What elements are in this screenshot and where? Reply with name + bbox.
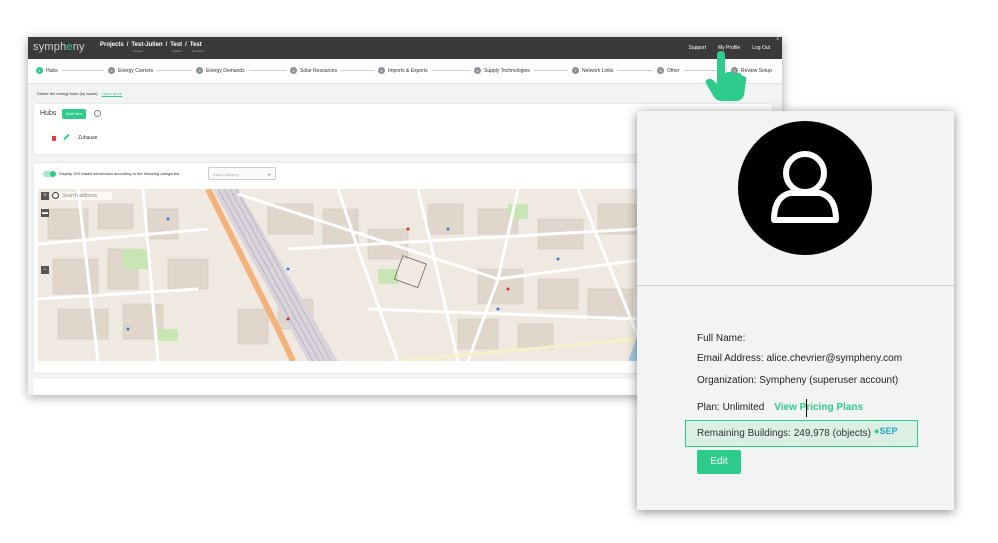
plan-field: Plan: Unlimited View Pricing Plans xyxy=(697,402,864,413)
step-number: 4 xyxy=(290,67,297,74)
breadcrumb: Projects / Test-Julien Project / Test Variant /… xyxy=(100,42,204,53)
breadcrumb-sublabel: Variant xyxy=(172,49,182,53)
define-hubs-text: Define the energy hubs (by name). Learn m… xyxy=(37,91,123,96)
step-energy-carriers[interactable]: 2 Energy Carriers xyxy=(108,67,153,74)
email-field: Email Address: alice.chevrier@sympheny.c… xyxy=(697,353,903,364)
delete-icon[interactable] xyxy=(52,136,56,141)
organization-field: Organization: Sympheny (superuser accoun… xyxy=(697,375,899,386)
user-icon xyxy=(771,151,839,223)
sep-logo: ●SEP xyxy=(874,426,898,436)
step-connector xyxy=(341,70,374,71)
step-label: Supply Technologies xyxy=(484,67,530,74)
step-label: Energy Demands xyxy=(206,67,245,74)
step-connector xyxy=(62,70,104,71)
gis-toggle[interactable] xyxy=(43,171,56,177)
text-cursor xyxy=(806,399,807,417)
step-connector xyxy=(432,70,470,71)
step-connector xyxy=(534,70,568,71)
pointer-hand-icon xyxy=(705,51,746,101)
zoom-in-button[interactable]: + xyxy=(41,192,49,200)
draw-tool-button[interactable]: ▬ xyxy=(41,209,49,217)
gis-label: Display GIS based information according … xyxy=(59,171,180,176)
step-connector xyxy=(249,70,286,71)
step-number: 3 xyxy=(196,67,203,74)
remaining-buildings-box: Remaining Buildings: 249,978 (objects) ●S… xyxy=(685,420,918,447)
step-number: 5 xyxy=(378,67,385,74)
step-label: Imports & Exports xyxy=(388,67,428,74)
sympheny-logo[interactable]: sympheny xyxy=(33,41,85,53)
map-search-input[interactable]: Search address xyxy=(52,192,112,200)
search-icon xyxy=(52,192,59,200)
breadcrumb-sublabel: Scenario xyxy=(191,49,204,53)
data-category-select[interactable]: Data Category ▼ xyxy=(208,167,276,180)
step-connector xyxy=(617,70,653,71)
breadcrumb-item[interactable]: Test Variant xyxy=(170,42,182,53)
hubs-title: Hubs xyxy=(40,110,57,117)
top-bar: sympheny Projects / Test-Julien Project / Tes… xyxy=(28,37,782,59)
step-supply-technologies[interactable]: 6 Supply Technologies xyxy=(474,67,530,74)
step-label: Network Links xyxy=(582,67,614,74)
breadcrumb-item[interactable]: Test-Julien Project xyxy=(131,42,162,53)
step-solar-resources[interactable]: 4 Solar Resources xyxy=(290,67,337,74)
breadcrumb-separator: / xyxy=(165,42,168,48)
wizard-steps: 1 Hubs 2 Energy Carriers 3 Energy Demands 4 Sol… xyxy=(28,59,782,84)
divider xyxy=(637,285,954,286)
breadcrumb-sublabel: Project xyxy=(133,49,143,53)
breadcrumb-separator: / xyxy=(185,42,187,48)
info-icon[interactable]: i xyxy=(94,110,101,117)
chevron-down-icon: ▼ xyxy=(267,172,271,177)
step-label: Energy Carriers xyxy=(118,67,154,74)
step-label: Solar Resources xyxy=(300,67,337,74)
step-label: Other xyxy=(667,67,680,74)
full-name-field: Full Name: xyxy=(697,333,746,344)
step-connector xyxy=(157,70,192,71)
step-number: 8 xyxy=(657,67,664,74)
avatar xyxy=(738,121,872,255)
learn-more-link[interactable]: Learn more xyxy=(102,91,122,96)
step-label: Hubs xyxy=(46,67,58,74)
step-other[interactable]: 8 Other xyxy=(657,67,680,74)
add-new-button[interactable]: Add New xyxy=(62,109,87,119)
edit-button[interactable]: Edit xyxy=(697,450,741,474)
profile-panel: Full Name: Email Address: alice.chevrier… xyxy=(637,111,954,510)
step-energy-demands[interactable]: 3 Energy Demands xyxy=(196,67,245,74)
step-imports-exports[interactable]: 5 Imports & Exports xyxy=(378,67,428,74)
logout-link[interactable]: Log Out xyxy=(752,45,770,51)
close-icon[interactable]: × xyxy=(776,37,781,43)
edit-pencil-icon[interactable] xyxy=(63,133,70,141)
hub-item: Zuhause xyxy=(78,135,98,141)
step-number: 2 xyxy=(108,67,115,74)
breadcrumb-separator: / xyxy=(126,42,129,48)
step-number: 6 xyxy=(474,67,481,74)
step-network-links[interactable]: 7 Network Links xyxy=(572,67,613,74)
breadcrumb-item[interactable]: Test Scenario xyxy=(190,42,204,53)
step-hubs[interactable]: 1 Hubs xyxy=(36,67,58,74)
zoom-out-button[interactable]: − xyxy=(41,266,49,274)
step-number: 1 xyxy=(36,67,43,74)
view-pricing-plans-link[interactable]: View Pricing Plans xyxy=(774,402,863,413)
breadcrumb-item[interactable]: Projects xyxy=(100,42,124,48)
step-number: 7 xyxy=(572,67,579,74)
